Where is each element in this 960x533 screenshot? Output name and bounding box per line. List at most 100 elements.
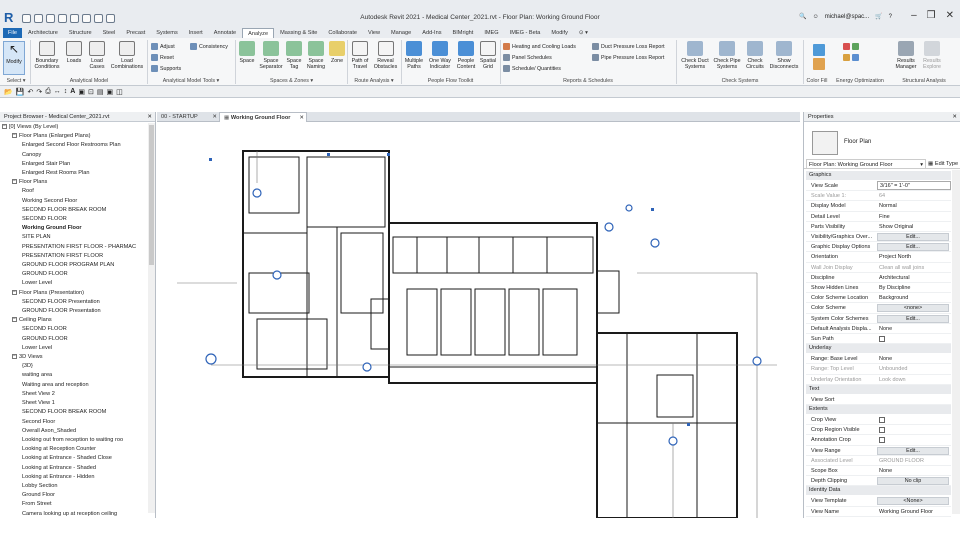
one-way-indicator-button[interactable]: One Way Indicator <box>426 41 454 70</box>
tree-item[interactable]: Looking at Entrance - Hidden <box>2 473 146 482</box>
modify-button[interactable]: ↖ Modify <box>3 41 25 75</box>
property-section[interactable]: Text <box>806 384 951 394</box>
tree-item[interactable]: From Street <box>2 500 146 509</box>
tab-file[interactable]: File <box>3 28 23 38</box>
property-checkbox[interactable] <box>879 417 885 423</box>
elevation-marker[interactable] <box>650 238 660 248</box>
space-tag-button[interactable]: Space Tag <box>284 41 304 70</box>
select-dropdown[interactable]: Select ▾ <box>3 78 29 84</box>
check-duct-systems-button[interactable]: Check Duct Systems <box>678 41 712 70</box>
property-value[interactable]: None <box>877 466 951 476</box>
panel-route-analysis[interactable]: Route Analysis ▾ <box>348 78 400 84</box>
close-icon[interactable]: ✕ <box>952 112 957 122</box>
redo-icon[interactable]: ↷ <box>36 88 42 96</box>
heating-cooling-loads-button[interactable]: Heating and Cooling Loads <box>503 43 576 50</box>
energy-tools[interactable] <box>842 42 868 72</box>
tree-item[interactable]: SECOND FLOOR Presentation <box>2 298 146 307</box>
cart-icon[interactable]: 🛒 <box>875 13 882 20</box>
floor-plan-drawing[interactable] <box>157 123 800 518</box>
tree-item[interactable]: Canopy <box>2 151 146 160</box>
tree-item[interactable]: waiting area <box>2 371 146 380</box>
tree-item[interactable]: Looking at Reception Counter <box>2 445 146 454</box>
elevation-marker[interactable] <box>272 270 282 280</box>
text-icon[interactable]: A <box>70 88 75 95</box>
tree-item[interactable]: Lobby Section <box>2 482 146 491</box>
tree-item[interactable]: Looking at Entrance - Shaded Close <box>2 454 146 463</box>
tab-systems[interactable]: Systems <box>151 28 182 38</box>
tab-architecture[interactable]: Architecture <box>23 28 63 38</box>
section-marker[interactable] <box>362 362 372 372</box>
results-manager-button[interactable]: Results Manager <box>893 41 919 70</box>
property-value[interactable]: Architectural <box>877 273 951 283</box>
panel-schedules-button[interactable]: Panel Schedules <box>503 54 552 61</box>
property-value[interactable]: None <box>877 354 951 364</box>
property-section[interactable]: Extents <box>806 405 951 414</box>
edit-type-button[interactable]: ▦ Edit Type <box>928 159 960 169</box>
tree-item[interactable]: SECOND FLOOR <box>2 325 146 334</box>
tree-item[interactable]: Second Floor <box>2 418 146 427</box>
tab-annotate[interactable]: Annotate <box>209 28 241 38</box>
tree-item[interactable]: Working Second Floor <box>2 197 146 206</box>
tag-marker[interactable] <box>625 204 633 212</box>
space-naming-button[interactable]: Space Naming <box>304 41 328 70</box>
tab-manage[interactable]: Manage <box>386 28 416 38</box>
tree-item[interactable]: SECOND FLOOR BREAK ROOM <box>2 408 146 417</box>
tree-item[interactable]: Sheet View 1 <box>2 399 146 408</box>
tree-group[interactable]: − [0] Views (By Level) <box>2 123 146 132</box>
property-value[interactable]: Show Original <box>877 222 951 232</box>
tree-item[interactable]: SECOND FLOOR <box>2 215 146 224</box>
tab-imeg-beta[interactable]: IMEG - Beta <box>505 28 546 38</box>
color-fill-legend-button[interactable] <box>810 42 828 72</box>
property-value[interactable]: Fine <box>877 212 951 222</box>
tree-item[interactable]: SECOND FLOOR BREAK ROOM <box>2 206 146 215</box>
property-edit-button[interactable]: Edit... <box>877 233 949 241</box>
property-value[interactable]: Background <box>877 293 951 303</box>
panel-spaces-zones[interactable]: Spaces & Zones ▾ <box>237 78 346 84</box>
section-marker[interactable] <box>252 188 262 198</box>
dimension-icon[interactable]: ↕ <box>64 88 68 95</box>
browser-scrollbar[interactable] <box>148 123 155 513</box>
multiple-paths-button[interactable]: Multiple Paths <box>402 41 426 70</box>
tree-item[interactable]: Working Ground Floor <box>2 224 146 233</box>
tab-structure[interactable]: Structure <box>64 28 97 38</box>
section-icon[interactable]: ⊡ <box>88 88 94 96</box>
space-button[interactable]: Space <box>237 41 257 64</box>
tree-item[interactable]: Roof <box>2 187 146 196</box>
tree-item[interactable]: SITE PLAN <box>2 233 146 242</box>
show-disconnects-button[interactable]: Show Disconnects <box>767 41 801 70</box>
tree-item[interactable]: Overall Axon_Shaded <box>2 427 146 436</box>
open-icon[interactable]: 📂 <box>4 88 13 96</box>
switch-windows-icon[interactable]: ◫ <box>116 88 123 96</box>
property-edit-button[interactable]: <none> <box>877 304 949 313</box>
collapse-toggle-icon[interactable]: − <box>12 354 17 360</box>
property-value[interactable]: By Discipline <box>877 283 951 293</box>
property-section[interactable]: Underlay <box>806 344 951 354</box>
tree-item[interactable]: {3D} <box>2 362 146 371</box>
tab-startup[interactable]: 00 - STARTUP ✕ <box>157 112 219 122</box>
property-section[interactable]: Graphics <box>806 171 951 180</box>
tab-working-ground-floor[interactable]: ▦ Working Ground Floor ✕ <box>219 112 307 122</box>
property-edit-button[interactable]: Edit... <box>877 314 949 323</box>
help-icon[interactable]: ? <box>889 14 892 20</box>
tree-item[interactable]: Ground Floor <box>2 491 146 500</box>
reveal-obstacles-button[interactable]: Reveal Obstacles <box>372 41 399 70</box>
close-icon[interactable]: ✕ <box>299 113 304 123</box>
property-input[interactable]: 3/16" = 1'-0" <box>877 181 951 190</box>
tree-item[interactable]: PRESENTATION FIRST FLOOR - PHARMAC <box>2 243 146 252</box>
user-icon[interactable]: ☺ <box>813 14 819 20</box>
drawing-canvas[interactable] <box>157 123 800 518</box>
tab-modify[interactable]: Modify <box>546 28 572 38</box>
tree-item[interactable]: Sheet View 2 <box>2 390 146 399</box>
property-edit-button[interactable]: Edit... <box>877 446 949 455</box>
collapse-toggle-icon[interactable]: − <box>12 317 17 323</box>
tree-item[interactable]: PRESENTATION FIRST FLOOR <box>2 252 146 261</box>
collapse-toggle-icon[interactable]: − <box>12 133 17 139</box>
elevation-marker[interactable] <box>604 222 614 232</box>
tree-item[interactable]: Waiting area and reception <box>2 381 146 390</box>
space-separator-button[interactable]: Space Separator <box>258 41 284 70</box>
3d-view-icon[interactable]: ▣ <box>78 88 85 96</box>
check-pipe-systems-button[interactable]: Check Pipe Systems <box>712 41 742 70</box>
section-marker[interactable] <box>205 353 217 365</box>
property-checkbox[interactable] <box>879 427 885 434</box>
schedule-quantities-button[interactable]: Schedule/ Quantities <box>503 65 561 72</box>
